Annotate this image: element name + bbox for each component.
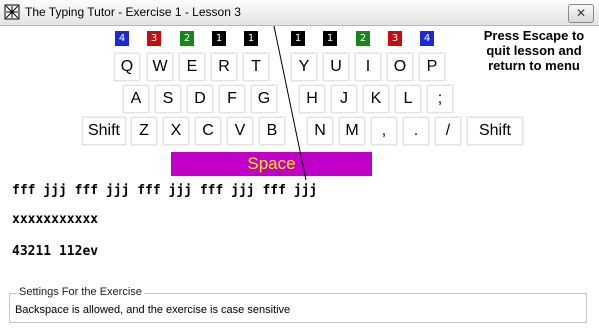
app-window: The Typing Tutor - Exercise 1 - Lesson 3… bbox=[0, 0, 599, 333]
finger-guide-line bbox=[273, 25, 307, 181]
